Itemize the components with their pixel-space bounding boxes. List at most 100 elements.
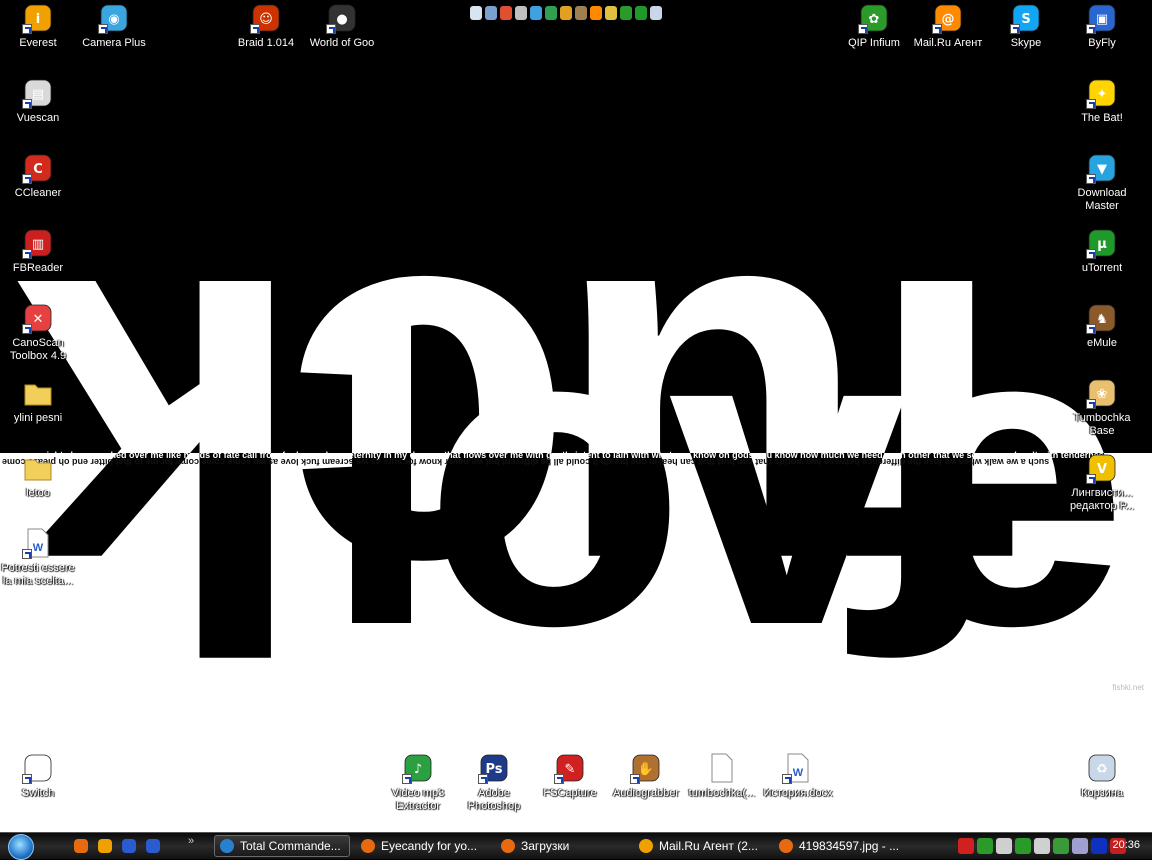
scanner-icon: ▤ (22, 77, 54, 109)
toolbar-app-icon[interactable] (575, 6, 587, 20)
shortcut-arrow-icon (1086, 249, 1096, 259)
shortcut-arrow-icon (1086, 474, 1096, 484)
shortcut-arrow-icon (326, 24, 336, 34)
desktop-icon[interactable]: ☺ Braid 1.014 (228, 2, 304, 50)
desktop-icon[interactable]: ✕ CanoScan Toolbox 4.9 (0, 302, 76, 363)
tray-icon[interactable] (996, 838, 1012, 854)
desktop-icon-label: World of Goo (309, 37, 375, 49)
desktop-icon[interactable]: S Skype (988, 2, 1064, 50)
word-icon[interactable] (144, 837, 162, 855)
desktop-icon-label: uTorrent (1081, 262, 1123, 274)
desktop-icon[interactable]: W История.docx (760, 752, 836, 800)
desktop-icon-label: Camera Plus (82, 37, 146, 49)
desktop-icon[interactable]: ✎ FSCapture (532, 752, 608, 800)
taskbar-button[interactable]: 419834597.jpg - ... (774, 835, 910, 857)
shortcut-arrow-icon (22, 174, 32, 184)
aimp-icon[interactable] (96, 837, 114, 855)
network-computer-icon: ▣ (1086, 2, 1118, 34)
camera-icon: ◉ (98, 2, 130, 34)
desktop-icon[interactable]: ♪ Video mp3 Extractor (380, 752, 456, 813)
tray-icon[interactable] (977, 838, 993, 854)
desktop-icon[interactable]: µ uTorrent (1064, 227, 1140, 275)
taskbar-button[interactable]: Total Commande... (214, 835, 350, 857)
desktop-icon[interactable]: ✿ QIP Infium (836, 2, 912, 50)
toolbar-app-icon[interactable] (635, 6, 647, 20)
desktop-icon[interactable]: ❀ Tumbochka Base (1064, 377, 1140, 438)
desktop-icon-label: Switch (21, 787, 55, 799)
svg-text:V: V (1097, 462, 1107, 477)
shortcut-arrow-icon (22, 324, 32, 334)
desktop-icon[interactable]: C CCleaner (0, 152, 76, 200)
desktop-icon[interactable]: i Everest (0, 2, 76, 50)
tray-icon[interactable] (1015, 838, 1031, 854)
shortcut-arrow-icon (22, 249, 32, 259)
desktop-icon[interactable]: ◷ Switch (0, 752, 76, 800)
desktop-icon[interactable]: Ps Adobe Photoshop (456, 752, 532, 813)
svg-text:●: ● (336, 12, 347, 27)
toolbar-app-icon[interactable] (590, 6, 602, 20)
desktop-icon[interactable]: ✦ The Bat! (1064, 77, 1140, 125)
toolbar-app-icon[interactable] (560, 6, 572, 20)
tray-icon[interactable] (1053, 838, 1069, 854)
toolbar-app-icon[interactable] (650, 6, 662, 20)
folder-icon (22, 377, 54, 409)
desktop-icon-label: eMule (1087, 337, 1117, 349)
quick-launch (72, 837, 162, 855)
taskbar-button[interactable]: Загрузки (496, 835, 632, 857)
quick-launch-more-button[interactable]: » (188, 835, 194, 847)
desktop-icon[interactable]: ♞ eMule (1064, 302, 1140, 350)
toolbar-app-icon[interactable] (485, 6, 497, 20)
desktop-icon-label: Tumbochka Base (1073, 412, 1131, 437)
toolbar-app-icon[interactable] (470, 6, 482, 20)
desktop-icon[interactable]: ▤ Vuescan (0, 77, 76, 125)
desktop-icon-label: Лингвисти... редактор Р... (1069, 487, 1135, 512)
desktop-icon[interactable]: ◉ Camera Plus (76, 2, 152, 50)
tray-icon[interactable] (958, 838, 974, 854)
desktop-icon[interactable]: ▼ Download Master (1064, 152, 1140, 213)
toolbar-app-icon[interactable] (515, 6, 527, 20)
floppy-save-icon[interactable] (120, 837, 138, 855)
desktop-icon-label: CCleaner (14, 187, 62, 199)
desktop-icon[interactable]: V Лингвисти... редактор Р... (1064, 452, 1140, 513)
desktop-icon[interactable]: ▣ ByFly (1064, 2, 1140, 50)
desktop-icon[interactable]: ≡ tumbochka(... (684, 752, 760, 800)
svg-text:✕: ✕ (33, 312, 44, 327)
desktop-icon[interactable]: @ Mail.Ru Агент (910, 2, 986, 50)
desktop-icon[interactable]: letoo (0, 452, 76, 500)
shortcut-arrow-icon (1086, 399, 1096, 409)
mail-envelope-icon (638, 838, 654, 854)
taskbar-button-label: 419834597.jpg - ... (799, 839, 900, 853)
shortcut-arrow-icon (98, 24, 108, 34)
toolbar-app-icon[interactable] (530, 6, 542, 20)
svg-text:S: S (1021, 12, 1030, 27)
desktop-icon[interactable]: ylini pesni (0, 377, 76, 425)
desktop-icon[interactable]: ♻ Корзина (1064, 752, 1140, 800)
word-document-icon: W (782, 752, 814, 784)
desktop-icon[interactable]: ● World of Goo (304, 2, 380, 50)
svg-text:W: W (33, 542, 44, 554)
toolbar-app-icon[interactable] (500, 6, 512, 20)
taskbar-button[interactable]: Mail.Ru Агент (2... (634, 835, 770, 857)
firefox-icon[interactable] (72, 837, 90, 855)
toolbar-app-icon[interactable] (605, 6, 617, 20)
tray-icon[interactable] (1034, 838, 1050, 854)
shortcut-arrow-icon (1086, 174, 1096, 184)
desktop-icon[interactable]: W Potresti essere la mia scelta... (0, 527, 76, 588)
start-button[interactable] (2, 833, 42, 860)
taskbar-button[interactable]: Eyecandy for yo... (356, 835, 492, 857)
taskbar-button-label: Eyecandy for yo... (381, 839, 478, 853)
toolbar-app-icon[interactable] (545, 6, 557, 20)
desktop-icon[interactable]: ✋ Audiograbber (608, 752, 684, 800)
desktop-icon-label: The Bat! (1081, 112, 1123, 124)
clock[interactable]: 20:36 (1112, 839, 1140, 851)
lingvo-editor-icon: V (1086, 452, 1118, 484)
toolbar-app-icon[interactable] (620, 6, 632, 20)
shortcut-arrow-icon (250, 24, 260, 34)
braid-game-icon: ☺ (250, 2, 282, 34)
desktop-icon[interactable]: ▥ FBReader (0, 227, 76, 275)
everest-info-icon: i (22, 2, 54, 34)
tray-icon[interactable] (1072, 838, 1088, 854)
tray-icon[interactable] (1091, 838, 1107, 854)
book-reader-icon: ▥ (22, 227, 54, 259)
video-mp3-icon: ♪ (402, 752, 434, 784)
